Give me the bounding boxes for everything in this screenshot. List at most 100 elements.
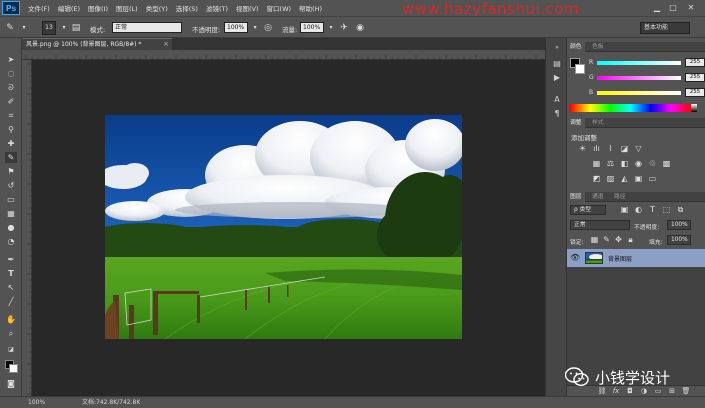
exposure-icon[interactable]: ◪ [619, 144, 630, 154]
menu-window[interactable]: 窗口(W) [267, 3, 292, 13]
pressure-opacity-icon[interactable]: ◎ [262, 22, 274, 34]
filter-smart-object-icon[interactable]: ⧉ [675, 205, 686, 215]
healing-brush-tool-icon[interactable]: ✚ [5, 138, 17, 149]
document-size-info[interactable]: 文档:742.8K/742.8K [82, 397, 140, 408]
color-spectrum-bw[interactable] [691, 104, 697, 112]
document-tab[interactable]: 风景.png @ 100% (背景图层, RGB/8#) * × [22, 38, 172, 50]
blend-mode-select[interactable]: 正常 [570, 220, 630, 230]
shape-tool-icon[interactable]: ╱ [5, 296, 17, 307]
quick-mask-icon[interactable]: ◙ [5, 378, 17, 389]
move-tool-icon[interactable]: ➤ [5, 54, 17, 65]
fill-input[interactable]: 100% [667, 235, 691, 245]
brush-picker-dropdown-icon[interactable]: ▾ [58, 22, 70, 34]
color-balance-icon[interactable]: ⚖ [605, 159, 616, 169]
gradient-tool-icon[interactable]: ▦ [5, 208, 17, 219]
color-lookup-icon[interactable]: ▩ [661, 159, 672, 169]
slider-blue-track[interactable] [597, 91, 681, 95]
slider-red-track[interactable] [597, 61, 681, 65]
slider-red[interactable]: R 255 [589, 58, 705, 68]
menu-edit[interactable]: 编辑(E) [58, 3, 80, 13]
posterize-icon[interactable]: ▨ [605, 174, 616, 184]
menu-type[interactable]: 类型(Y) [146, 3, 168, 13]
path-select-tool-icon[interactable]: ↖ [5, 282, 17, 293]
threshold-icon[interactable]: ◭ [619, 174, 630, 184]
menu-layer[interactable]: 图层(L) [116, 3, 138, 13]
eyedropper-tool-icon[interactable]: ⚲ [5, 124, 17, 135]
tab-paths[interactable]: 路径 [611, 192, 629, 202]
history-panel-icon[interactable]: ▤ [551, 58, 563, 69]
opacity-input[interactable]: 100% [224, 22, 248, 33]
color-panel-background[interactable] [575, 64, 585, 74]
background-color-swatch[interactable] [9, 364, 18, 373]
delete-layer-icon[interactable]: 🗑︎ [681, 387, 691, 396]
paragraph-panel-icon[interactable]: ¶ [551, 108, 563, 119]
tab-adjustments[interactable]: 调整 [567, 118, 585, 128]
slider-green[interactable]: G 255 [589, 73, 705, 83]
opacity-dropdown-icon[interactable]: ▾ [249, 22, 261, 34]
menu-file[interactable]: 文件(F) [28, 3, 50, 13]
vibrance-icon[interactable]: ▽ [633, 144, 644, 154]
eye-icon[interactable]: 👁︎ [570, 253, 580, 262]
brush-size-picker[interactable]: 13 [42, 21, 56, 35]
brush-panel-toggle-icon[interactable]: ▤ [70, 22, 82, 34]
dodge-tool-icon[interactable]: ◔ [5, 236, 17, 247]
lock-pixels-icon[interactable]: ✎ [601, 235, 612, 245]
type-tool-icon[interactable]: T [5, 268, 17, 279]
menu-filter[interactable]: 滤镜(T) [206, 3, 228, 13]
slider-green-value[interactable]: 255 [685, 73, 705, 82]
minimize-icon[interactable]: ▁ [652, 3, 662, 12]
default-colors-icon[interactable]: ◪ [5, 344, 17, 355]
properties-panel-icon[interactable]: ▶ [551, 72, 563, 83]
tab-color[interactable]: 颜色 [567, 42, 585, 52]
mode-select[interactable]: 正常 [112, 22, 182, 33]
tab-styles[interactable]: 样式 [589, 118, 607, 128]
tab-channels[interactable]: 通道 [589, 192, 607, 202]
ruler-vertical[interactable] [22, 60, 32, 396]
filter-shape-icon[interactable]: ⬚ [661, 205, 672, 215]
slider-red-value[interactable]: 255 [685, 58, 705, 67]
tab-layers[interactable]: 图层 [567, 192, 585, 202]
filter-type-icon[interactable]: T [647, 205, 658, 215]
pressure-size-icon[interactable]: ◉ [354, 22, 366, 34]
curves-icon[interactable]: ⌇ [605, 144, 616, 154]
menu-view[interactable]: 视图(V) [236, 3, 259, 13]
filter-pixel-icon[interactable]: ▣ [619, 205, 630, 215]
workspace-select[interactable]: 基本功能 [640, 22, 690, 34]
brush-tool-icon[interactable]: ✎ [5, 152, 17, 163]
layer-name[interactable]: 背景图层 [608, 254, 632, 263]
hand-tool-icon[interactable]: ✋ [5, 314, 17, 325]
brightness-contrast-icon[interactable]: ☀ [577, 144, 588, 154]
close-icon[interactable]: ✕ [686, 3, 696, 12]
layer-opacity-input[interactable]: 100% [667, 220, 691, 230]
menu-help[interactable]: 帮助(H) [299, 3, 322, 13]
selective-color-icon[interactable]: ▣ [633, 174, 644, 184]
character-panel-icon[interactable]: A [551, 94, 563, 105]
flow-dropdown-icon[interactable]: ▾ [325, 22, 337, 34]
collapse-dock-icon[interactable]: » [551, 42, 563, 53]
history-brush-tool-icon[interactable]: ↺ [5, 180, 17, 191]
lock-transparency-icon[interactable]: ▦ [589, 235, 600, 245]
pen-tool-icon[interactable]: ✒ [5, 254, 17, 265]
quick-select-tool-icon[interactable]: ✐ [5, 96, 17, 107]
airbrush-icon[interactable]: ✈ [338, 22, 350, 34]
slider-green-track[interactable] [597, 76, 681, 80]
tab-swatches[interactable]: 色板 [589, 42, 607, 52]
slider-blue-value[interactable]: 255 [685, 88, 705, 97]
zoom-tool-icon[interactable]: ⌕ [5, 328, 17, 339]
black-white-icon[interactable]: ◧ [619, 159, 630, 169]
layer-filter-select[interactable]: ρ 类型 [570, 205, 606, 215]
levels-icon[interactable]: ılı [591, 144, 602, 154]
filter-adjustment-icon[interactable]: ◐ [633, 205, 644, 215]
lock-position-icon[interactable]: ✥ [613, 235, 624, 245]
menu-image[interactable]: 图像(I) [88, 3, 108, 13]
layer-row[interactable]: 👁︎ 背景图层 [567, 249, 705, 267]
blur-tool-icon[interactable]: ● [5, 222, 17, 233]
lasso-tool-icon[interactable]: ᘐ [5, 82, 17, 93]
document-image[interactable] [105, 115, 462, 339]
menu-select[interactable]: 选择(S) [176, 3, 198, 13]
color-spectrum-bar[interactable] [570, 104, 691, 112]
zoom-level-field[interactable]: 100% [28, 397, 45, 408]
channel-mixer-icon[interactable]: ♲ [647, 159, 658, 169]
photo-filter-icon[interactable]: ◉ [633, 159, 644, 169]
ruler-horizontal[interactable] [22, 50, 545, 60]
